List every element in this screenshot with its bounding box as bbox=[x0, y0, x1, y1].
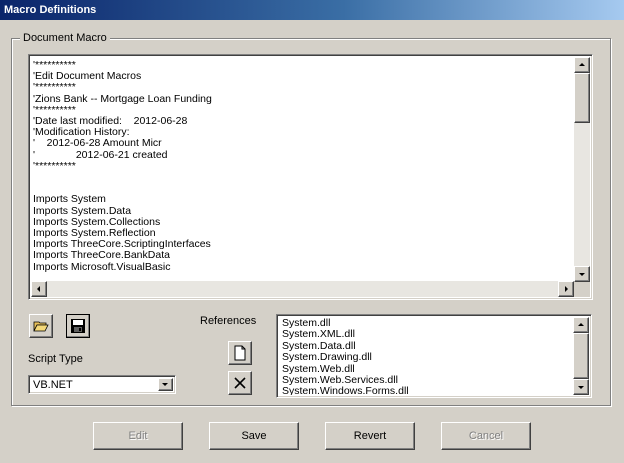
code-line: Imports System bbox=[33, 193, 106, 206]
references-list[interactable]: System.dll System.XML.dll System.Data.dll S… bbox=[276, 314, 592, 398]
scroll-down-button[interactable] bbox=[573, 379, 589, 395]
floppy-disk-icon bbox=[71, 319, 85, 333]
arrow-right-icon bbox=[565, 286, 568, 292]
arrow-down-icon bbox=[578, 386, 584, 389]
reference-item[interactable]: System.Windows.Forms.dll bbox=[280, 386, 573, 395]
folder-open-icon bbox=[33, 321, 49, 332]
add-reference-button[interactable] bbox=[228, 341, 252, 365]
edit-button[interactable]: Edit bbox=[93, 422, 183, 450]
code-text-area[interactable]: '********** 'Edit Document Macros '*******… bbox=[32, 58, 574, 282]
new-document-icon bbox=[234, 345, 246, 361]
save-button[interactable]: Save bbox=[209, 422, 299, 450]
scroll-down-button[interactable] bbox=[574, 266, 590, 282]
save-macro-button[interactable] bbox=[66, 314, 90, 338]
code-line: ' 2012-06-21 created bbox=[33, 148, 168, 161]
code-line: 'Edit Document Macros bbox=[33, 70, 142, 83]
window-title-bar[interactable]: Macro Definitions bbox=[0, 0, 624, 20]
references-label: References bbox=[200, 315, 257, 327]
combo-dropdown-button[interactable] bbox=[158, 378, 173, 391]
open-macro-button[interactable] bbox=[29, 314, 53, 338]
revert-button[interactable]: Revert bbox=[325, 422, 415, 450]
arrow-up-icon bbox=[578, 323, 584, 326]
reference-item[interactable]: System.Drawing.dll bbox=[280, 351, 573, 363]
arrow-up-icon bbox=[579, 63, 585, 66]
scrollbar-corner bbox=[574, 282, 590, 297]
references-vertical-scrollbar[interactable] bbox=[573, 317, 589, 395]
references-items[interactable]: System.dll System.XML.dll System.Data.dll S… bbox=[280, 318, 573, 395]
editor-vertical-scrollbar[interactable] bbox=[574, 57, 590, 282]
remove-reference-button[interactable] bbox=[228, 371, 252, 395]
cancel-button[interactable]: Cancel bbox=[441, 422, 531, 450]
editor-horizontal-scrollbar[interactable] bbox=[31, 281, 574, 297]
macro-code-editor[interactable]: '********** 'Edit Document Macros '*******… bbox=[28, 54, 593, 300]
scroll-up-button[interactable] bbox=[574, 57, 590, 73]
code-line: Imports ThreeCore.BankData bbox=[33, 249, 170, 262]
delete-x-icon bbox=[234, 377, 246, 389]
code-line: Imports Microsoft.VisualBasic bbox=[33, 260, 171, 273]
arrow-down-icon bbox=[579, 273, 585, 276]
code-line: '********** bbox=[33, 81, 76, 94]
scroll-thumb[interactable] bbox=[573, 333, 589, 379]
code-line: ' 2012-06-28 Amount Micr bbox=[33, 137, 162, 150]
scroll-up-button[interactable] bbox=[573, 317, 589, 333]
chevron-down-icon bbox=[162, 383, 168, 386]
scroll-left-button[interactable] bbox=[31, 281, 47, 297]
script-type-label: Script Type bbox=[28, 353, 83, 365]
group-legend: Document Macro bbox=[20, 32, 110, 44]
scroll-thumb[interactable] bbox=[574, 73, 590, 123]
code-line: '********** bbox=[33, 159, 76, 172]
code-line: 'Zions Bank -- Mortgage Loan Funding bbox=[33, 92, 212, 105]
window-title: Macro Definitions bbox=[4, 4, 97, 16]
arrow-left-icon bbox=[37, 286, 40, 292]
script-type-value: VB.NET bbox=[33, 379, 73, 391]
scroll-right-button[interactable] bbox=[558, 281, 574, 297]
script-type-select[interactable]: VB.NET bbox=[28, 375, 176, 394]
